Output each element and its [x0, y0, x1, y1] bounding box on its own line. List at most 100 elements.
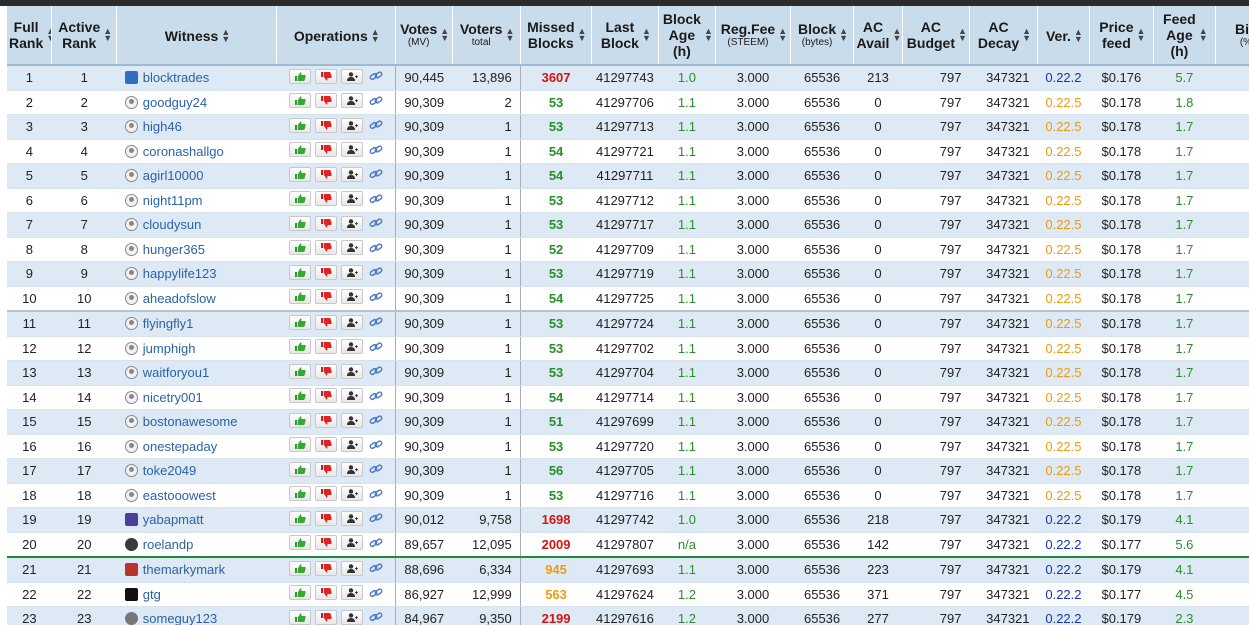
upvote-button[interactable] [288, 264, 311, 280]
upvote-button[interactable] [288, 363, 311, 379]
link-icon[interactable] [369, 390, 383, 402]
link-icon[interactable] [369, 537, 383, 549]
downvote-button[interactable] [314, 264, 337, 280]
downvote-button[interactable] [314, 363, 337, 379]
link-icon[interactable] [369, 414, 383, 426]
link-icon[interactable] [369, 611, 383, 623]
sort-arrows-icon[interactable]: ▲ ▼ [221, 27, 230, 43]
set-proxy-button[interactable] [340, 264, 363, 280]
col-header-bias[interactable]: Bia(% [1215, 6, 1249, 66]
col-header-votes[interactable]: Votes (MV) ▲ ▼ [395, 6, 453, 66]
col-header-ac-avail[interactable]: AC Avail ▲ ▼ [853, 6, 903, 66]
downvote-button[interactable] [314, 166, 337, 182]
witness-link[interactable]: gtg [143, 587, 161, 602]
col-header-version[interactable]: Ver. ▲ ▼ [1037, 6, 1090, 66]
link-icon[interactable] [369, 488, 383, 500]
set-proxy-button[interactable] [340, 142, 363, 158]
downvote-button[interactable] [314, 437, 337, 453]
link-icon[interactable] [369, 341, 383, 353]
upvote-button[interactable] [288, 240, 311, 256]
sort-arrows-icon[interactable]: ▲ ▼ [778, 27, 787, 43]
set-proxy-button[interactable] [340, 166, 363, 182]
downvote-button[interactable] [314, 191, 337, 207]
witness-link[interactable]: happylife123 [143, 266, 217, 281]
witness-link[interactable]: waitforyou1 [143, 365, 209, 380]
downvote-button[interactable] [314, 535, 337, 551]
col-header-witness[interactable]: Witness ▲ ▼ [116, 6, 277, 66]
col-header-ac-budget[interactable]: AC Budget ▲ ▼ [902, 6, 970, 66]
set-proxy-button[interactable] [340, 585, 363, 601]
upvote-button[interactable] [288, 314, 311, 330]
link-icon[interactable] [369, 217, 383, 229]
col-header-last-block[interactable]: Last Block ▲ ▼ [591, 6, 659, 66]
set-proxy-button[interactable] [340, 486, 363, 502]
link-icon[interactable] [369, 463, 383, 475]
col-header-active-rank[interactable]: Active Rank ▲ ▼ [51, 6, 118, 66]
sort-arrows-icon[interactable]: ▲ ▼ [892, 27, 901, 43]
link-icon[interactable] [369, 587, 383, 599]
witness-link[interactable]: flyingfly1 [143, 316, 194, 331]
witness-link[interactable]: onestepaday [143, 439, 217, 454]
witness-link[interactable]: high46 [143, 119, 182, 134]
link-icon[interactable] [369, 291, 383, 303]
upvote-button[interactable] [288, 461, 311, 477]
witness-link[interactable]: roelandp [143, 537, 194, 552]
link-icon[interactable] [369, 242, 383, 254]
upvote-button[interactable] [288, 166, 311, 182]
sort-arrows-icon[interactable]: ▲ ▼ [1137, 27, 1146, 43]
link-icon[interactable] [369, 95, 383, 107]
set-proxy-button[interactable] [340, 388, 363, 404]
col-header-block-age[interactable]: Block Age (h) ▲ ▼ [658, 6, 716, 66]
witness-link[interactable]: eastooowest [143, 488, 216, 503]
downvote-button[interactable] [314, 609, 337, 625]
set-proxy-button[interactable] [340, 461, 363, 477]
downvote-button[interactable] [314, 585, 337, 601]
downvote-button[interactable] [314, 93, 337, 109]
upvote-button[interactable] [288, 486, 311, 502]
upvote-button[interactable] [288, 68, 311, 84]
sort-arrows-icon[interactable]: ▲ ▼ [371, 27, 380, 43]
set-proxy-button[interactable] [340, 314, 363, 330]
upvote-button[interactable] [288, 535, 311, 551]
downvote-button[interactable] [314, 314, 337, 330]
downvote-button[interactable] [314, 215, 337, 231]
set-proxy-button[interactable] [340, 412, 363, 428]
set-proxy-button[interactable] [340, 240, 363, 256]
col-header-block-size[interactable]: Block (bytes) ▲ ▼ [790, 6, 855, 66]
sort-arrows-icon[interactable]: ▲ ▼ [1022, 27, 1031, 43]
downvote-button[interactable] [314, 412, 337, 428]
link-icon[interactable] [369, 439, 383, 451]
witness-link[interactable]: hunger365 [143, 242, 205, 257]
sort-arrows-icon[interactable]: ▲ ▼ [839, 27, 848, 43]
witness-link[interactable]: goodguy24 [143, 95, 207, 110]
upvote-button[interactable] [288, 437, 311, 453]
set-proxy-button[interactable] [340, 535, 363, 551]
sort-arrows-icon[interactable]: ▲ ▼ [440, 27, 449, 43]
upvote-button[interactable] [288, 117, 311, 133]
witness-link[interactable]: cloudysun [143, 217, 202, 232]
upvote-button[interactable] [288, 339, 311, 355]
link-icon[interactable] [369, 144, 383, 156]
set-proxy-button[interactable] [340, 510, 363, 526]
witness-link[interactable]: aheadofslow [143, 291, 216, 306]
downvote-button[interactable] [314, 510, 337, 526]
set-proxy-button[interactable] [340, 117, 363, 133]
set-proxy-button[interactable] [340, 339, 363, 355]
witness-link[interactable]: bostonawesome [143, 414, 238, 429]
downvote-button[interactable] [314, 68, 337, 84]
downvote-button[interactable] [314, 289, 337, 305]
link-icon[interactable] [369, 562, 383, 574]
upvote-button[interactable] [288, 388, 311, 404]
upvote-button[interactable] [288, 609, 311, 625]
set-proxy-button[interactable] [340, 68, 363, 84]
downvote-button[interactable] [314, 388, 337, 404]
col-header-missed-blocks[interactable]: Missed Blocks ▲ ▼ [520, 6, 592, 66]
sort-arrows-icon[interactable]: ▲ ▼ [1199, 27, 1208, 43]
witness-link[interactable]: coronashallgo [143, 144, 224, 159]
set-proxy-button[interactable] [340, 363, 363, 379]
upvote-button[interactable] [288, 93, 311, 109]
witness-link[interactable]: toke2049 [143, 463, 197, 478]
downvote-button[interactable] [314, 560, 337, 576]
witness-link[interactable]: themarkymark [143, 562, 225, 577]
col-header-voters[interactable]: Voters total ▲ ▼ [452, 6, 521, 66]
